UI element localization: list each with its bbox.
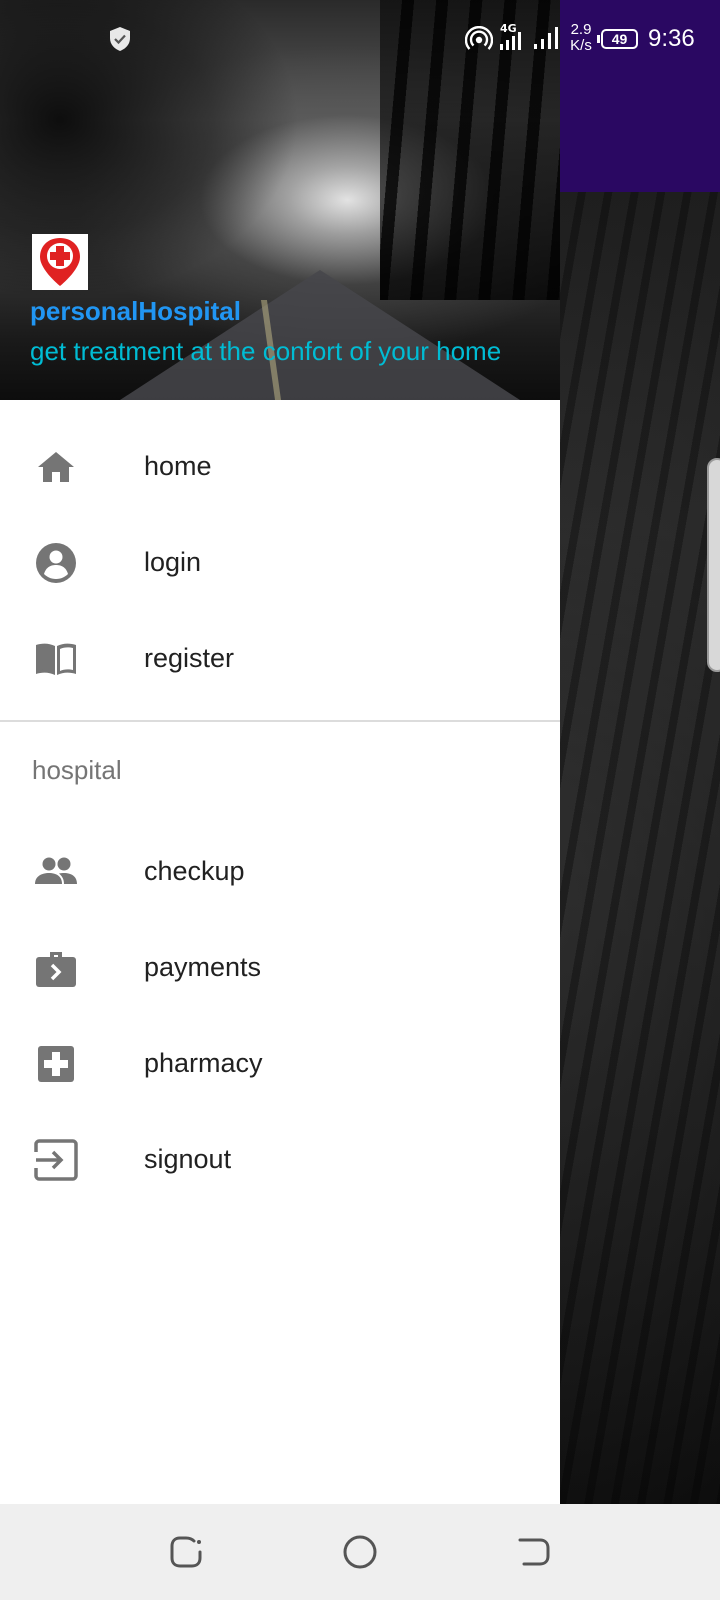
menu-item-signout[interactable]: signout (0, 1110, 560, 1206)
back-icon[interactable] (514, 1532, 554, 1572)
menu-label: checkup (144, 856, 245, 886)
menu-label: login (144, 547, 202, 577)
menu-item-checkup[interactable]: checkup (0, 822, 560, 918)
recent-apps-icon[interactable] (166, 1532, 206, 1572)
menu-label: signout (144, 1144, 232, 1174)
people-icon (35, 857, 77, 884)
network-speed-value: 2.9 (570, 21, 592, 38)
menu-label: payments (144, 952, 262, 982)
menu-item-home[interactable]: home (0, 417, 560, 513)
medical-plus-icon (38, 1046, 74, 1082)
menu-item-register[interactable]: register (0, 609, 560, 705)
menu-item-payments[interactable]: payments (0, 918, 560, 1014)
hotspot-icon (465, 26, 493, 50)
signal-icon (534, 27, 558, 49)
home-circle-icon[interactable] (340, 1532, 380, 1572)
screen: 4G 2.9 K/s 49 9:36 personalHospital get … (0, 0, 720, 1600)
battery-icon: 49 (597, 29, 638, 49)
app-title: personalHospital (30, 296, 241, 326)
menu-item-login[interactable]: login (0, 513, 560, 609)
status-bar: 4G 2.9 K/s 49 9:36 (0, 0, 720, 80)
hospital-location-logo (32, 234, 88, 290)
header-background-road (120, 270, 520, 400)
battery-level: 49 (611, 31, 628, 47)
menu-item-pharmacy[interactable]: pharmacy (0, 1014, 560, 1110)
section-header-hospital: hospital (32, 755, 122, 785)
account-circle-icon (36, 543, 76, 583)
book-icon (36, 643, 76, 675)
menu-divider (0, 720, 560, 722)
menu-label: home (144, 451, 212, 481)
system-navigation-bar (0, 1504, 720, 1600)
menu-label: register (144, 643, 235, 673)
exit-to-app-icon (34, 1139, 78, 1181)
network-speed: 2.9 K/s (566, 22, 596, 54)
network-speed-unit: K/s (570, 37, 592, 54)
background-image (560, 190, 720, 1504)
network-type-label: 4G (500, 22, 517, 35)
app-subtitle: get treatment at the confort of your hom… (30, 336, 502, 366)
briefcase-arrow-icon (36, 952, 76, 987)
edge-panel-handle[interactable] (707, 458, 720, 672)
home-icon (38, 452, 74, 482)
4g-signal-icon: 4G (500, 22, 521, 50)
clock: 9:36 (648, 25, 695, 52)
navigation-drawer: personalHospital get treatment at the co… (0, 0, 560, 1504)
menu-label: pharmacy (144, 1048, 263, 1078)
shield-icon (110, 27, 130, 51)
